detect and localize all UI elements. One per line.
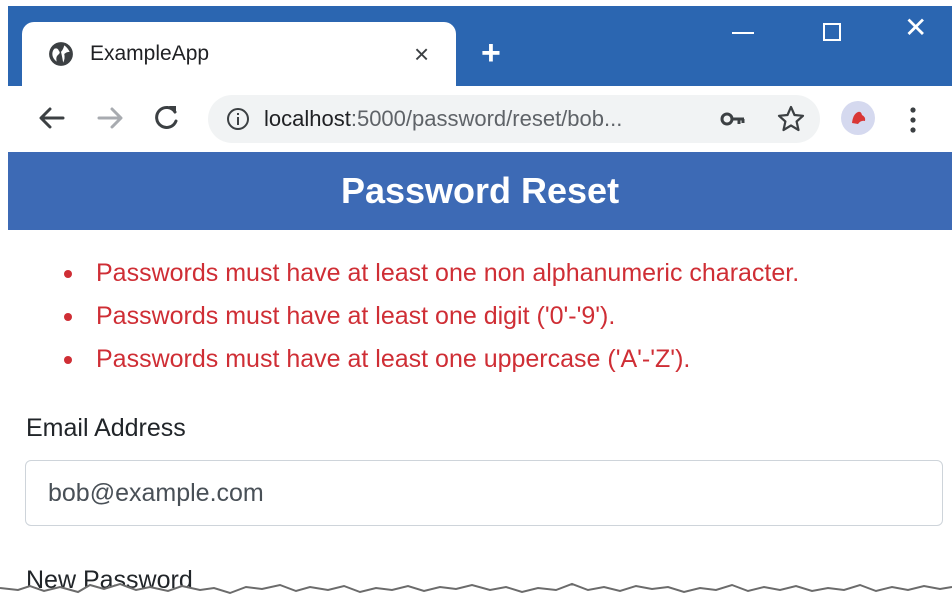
error-text: Passwords must have at least one non alp… [96, 259, 800, 287]
title-bar: ExampleApp × + ✕ [8, 6, 952, 86]
error-text: Passwords must have at least one digit (… [96, 302, 616, 330]
page-content: Password Reset Passwords must have at le… [8, 152, 952, 605]
error-text: Passwords must have at least one upperca… [96, 345, 691, 373]
url-path: :5000/password/reset/bob... [350, 106, 623, 131]
tab-title: ExampleApp [90, 42, 210, 65]
validation-errors: Passwords must have at least one non alp… [62, 252, 799, 381]
validation-error: Passwords must have at least one upperca… [62, 338, 799, 381]
validation-error: Passwords must have at least one digit (… [62, 295, 799, 338]
kebab-menu-icon[interactable] [904, 104, 922, 136]
tab-exampleapp[interactable]: ExampleApp × [22, 22, 456, 86]
arrow-left-icon[interactable] [34, 100, 70, 136]
torn-edge [0, 582, 952, 605]
bird-icon [852, 111, 866, 124]
window-close-button[interactable]: ✕ [904, 14, 927, 42]
url-text[interactable]: localhost:5000/password/reset/bob... [264, 106, 622, 132]
page-title: Password Reset [8, 152, 952, 230]
email-field[interactable]: bob@example.com [25, 460, 943, 526]
reload-icon[interactable] [148, 100, 184, 136]
address-bar[interactable]: localhost:5000/password/reset/bob... [208, 95, 820, 143]
info-icon[interactable] [226, 107, 250, 131]
browser-window: ExampleApp × + ✕ localhost:5000/password… [8, 6, 952, 605]
browser-toolbar: localhost:5000/password/reset/bob... [8, 86, 952, 152]
arrow-right-icon[interactable] [92, 100, 128, 136]
email-label: Email Address [26, 414, 186, 442]
new-tab-button[interactable]: + [481, 36, 501, 70]
minimize-button[interactable] [732, 32, 754, 34]
avatar[interactable] [841, 101, 875, 135]
bullet-icon [64, 270, 72, 278]
close-tab-icon[interactable]: × [414, 39, 429, 69]
url-host: localhost [264, 106, 351, 131]
star-icon[interactable] [776, 104, 806, 134]
key-icon[interactable] [720, 109, 746, 129]
bullet-icon [64, 313, 72, 321]
bullet-icon [64, 356, 72, 364]
validation-error: Passwords must have at least one non alp… [62, 252, 799, 295]
maximize-button[interactable] [823, 23, 841, 41]
globe-icon [49, 42, 73, 66]
